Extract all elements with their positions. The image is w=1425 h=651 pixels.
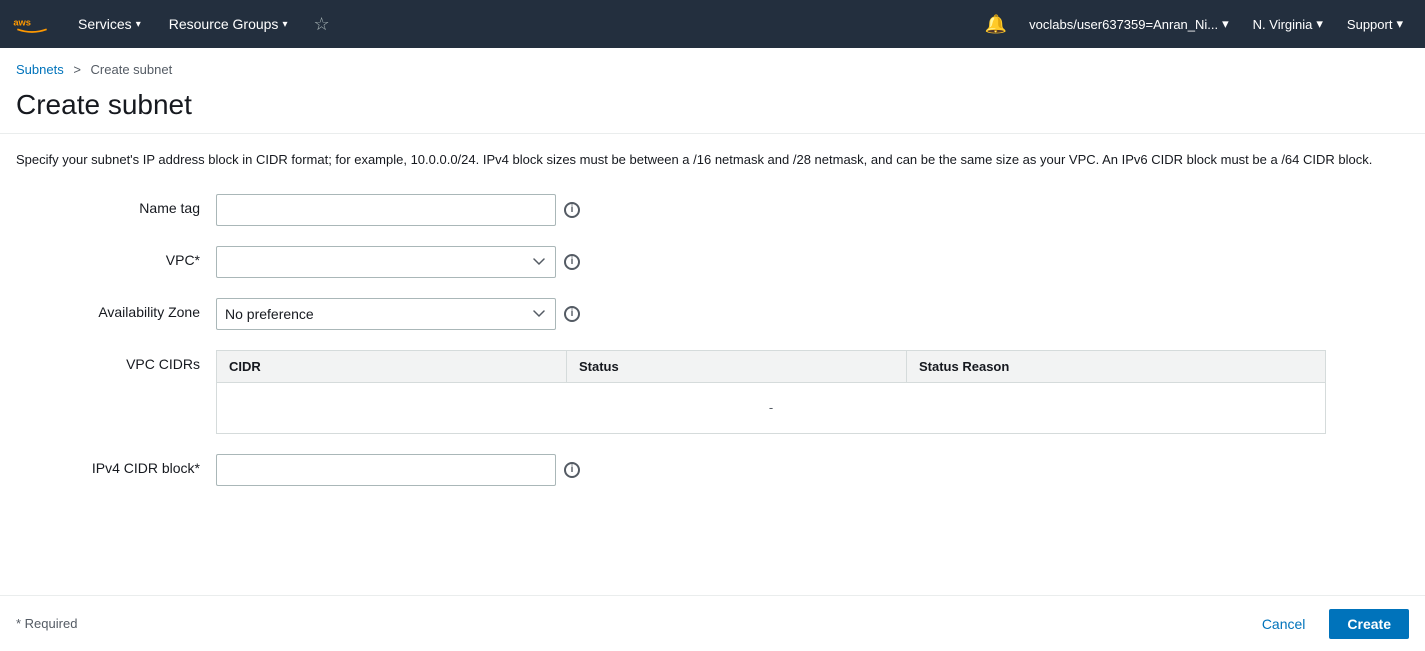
favorites-icon[interactable]: ☆: [305, 10, 337, 39]
page-title: Create subnet: [0, 81, 1425, 133]
account-menu[interactable]: voclabs/user637359=Anran_Ni... ▾: [1019, 12, 1239, 36]
vpc-cidrs-label: VPC CIDRs: [16, 350, 216, 372]
resource-groups-caret-icon: ▾: [282, 19, 287, 30]
vpc-cidrs-row: VPC CIDRs CIDR Status Status Reason -: [16, 350, 1409, 434]
page-footer: * Required Cancel Create: [0, 595, 1425, 651]
aws-logo[interactable]: aws: [12, 10, 52, 38]
availability-zone-select[interactable]: No preference us-east-1a us-east-1b us-e…: [216, 298, 556, 330]
svg-text:aws: aws: [13, 17, 31, 27]
region-caret-icon: ▾: [1316, 16, 1323, 32]
resource-groups-label: Resource Groups: [169, 16, 279, 32]
region-label: N. Virginia: [1253, 17, 1313, 32]
breadcrumb: Subnets > Create subnet: [0, 48, 1425, 81]
ipv4-cidr-row: IPv4 CIDR block* i: [16, 454, 1409, 486]
ipv4-cidr-label: IPv4 CIDR block*: [16, 454, 216, 476]
breadcrumb-current: Create subnet: [91, 62, 173, 77]
support-label: Support: [1347, 17, 1393, 32]
vpc-row: VPC* i: [16, 246, 1409, 278]
account-caret-icon: ▾: [1222, 16, 1229, 32]
name-tag-input[interactable]: [216, 194, 556, 226]
availability-zone-field: No preference us-east-1a us-east-1b us-e…: [216, 298, 1409, 330]
resource-groups-menu[interactable]: Resource Groups ▾: [159, 12, 298, 36]
availability-zone-label: Availability Zone: [16, 298, 216, 320]
topnav-right: 🔔 voclabs/user637359=Anran_Ni... ▾ N. Vi…: [977, 10, 1413, 39]
vpc-info-icon[interactable]: i: [564, 254, 580, 270]
account-label: voclabs/user637359=Anran_Ni...: [1029, 17, 1218, 32]
name-tag-row: Name tag i: [16, 194, 1409, 226]
create-button[interactable]: Create: [1329, 609, 1409, 639]
create-subnet-form: Name tag i VPC* i Availability Zone No p…: [0, 194, 1425, 486]
footer-actions: Cancel Create: [1246, 609, 1409, 639]
notifications-bell-icon[interactable]: 🔔: [977, 10, 1015, 39]
availability-zone-row: Availability Zone No preference us-east-…: [16, 298, 1409, 330]
ipv4-cidr-info-icon[interactable]: i: [564, 462, 580, 478]
ipv4-cidr-field: i: [216, 454, 1409, 486]
cancel-button[interactable]: Cancel: [1246, 609, 1322, 639]
vpc-label: VPC*: [16, 246, 216, 268]
table-body: -: [217, 383, 1325, 433]
table-header-status: Status: [567, 351, 907, 382]
breadcrumb-separator: >: [73, 62, 81, 77]
table-empty-value: -: [753, 384, 789, 431]
required-label: * Required: [16, 616, 77, 631]
ipv4-cidr-input[interactable]: [216, 454, 556, 486]
name-tag-label: Name tag: [16, 194, 216, 216]
top-navigation: aws Services ▾ Resource Groups ▾ ☆ 🔔 voc…: [0, 0, 1425, 48]
table-header-cidr: CIDR: [217, 351, 567, 382]
services-caret-icon: ▾: [136, 19, 141, 30]
vpc-cidrs-table: CIDR Status Status Reason -: [216, 350, 1326, 434]
table-header-reason: Status Reason: [907, 351, 1325, 382]
support-menu[interactable]: Support ▾: [1337, 12, 1413, 36]
vpc-field: i: [216, 246, 1409, 278]
vpc-select[interactable]: [216, 246, 556, 278]
vpc-cidrs-field: CIDR Status Status Reason -: [216, 350, 1409, 434]
subnets-breadcrumb-link[interactable]: Subnets: [16, 62, 64, 77]
page-description: Specify your subnet's IP address block i…: [0, 150, 1425, 194]
title-divider: [0, 133, 1425, 134]
services-label: Services: [78, 16, 132, 32]
region-menu[interactable]: N. Virginia ▾: [1243, 12, 1333, 36]
availability-zone-info-icon[interactable]: i: [564, 306, 580, 322]
support-caret-icon: ▾: [1396, 16, 1403, 32]
services-menu[interactable]: Services ▾: [68, 12, 151, 36]
name-tag-field: i: [216, 194, 1409, 226]
name-tag-info-icon[interactable]: i: [564, 202, 580, 218]
table-header: CIDR Status Status Reason: [217, 351, 1325, 383]
